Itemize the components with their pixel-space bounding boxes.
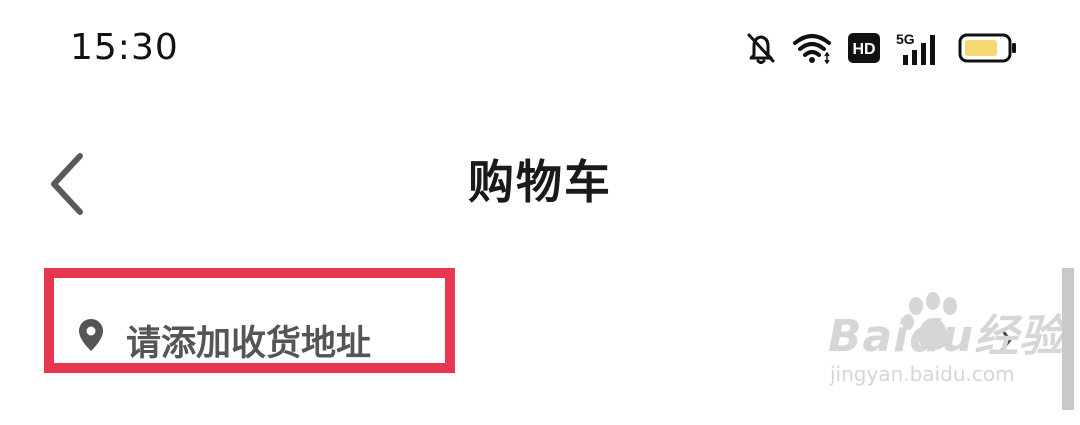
page-title: 购物车 <box>468 155 612 209</box>
header: 购物车 <box>0 130 1080 230</box>
location-pin-icon <box>79 319 103 351</box>
chevron-right-icon[interactable] <box>998 327 1014 353</box>
network-label: 5G <box>896 31 915 47</box>
battery-icon <box>958 33 1016 63</box>
add-address-label: 请添加收货地址 <box>126 324 372 364</box>
status-time: 15:30 <box>70 27 179 68</box>
address-card[interactable]: 请添加收货地址 <box>40 265 1040 425</box>
bell-off-icon <box>747 33 775 64</box>
signal-5g-icon: 5G <box>896 31 935 65</box>
hd-label: HD <box>852 41 875 58</box>
scrollbar[interactable] <box>1062 268 1074 410</box>
hd-icon: HD <box>848 33 880 63</box>
status-bar: 15:30 HD 5G <box>0 0 1080 100</box>
add-address-row[interactable]: 请添加收货地址 <box>44 268 455 373</box>
status-icons: HD 5G <box>746 30 1018 66</box>
wifi-icon <box>793 34 831 64</box>
